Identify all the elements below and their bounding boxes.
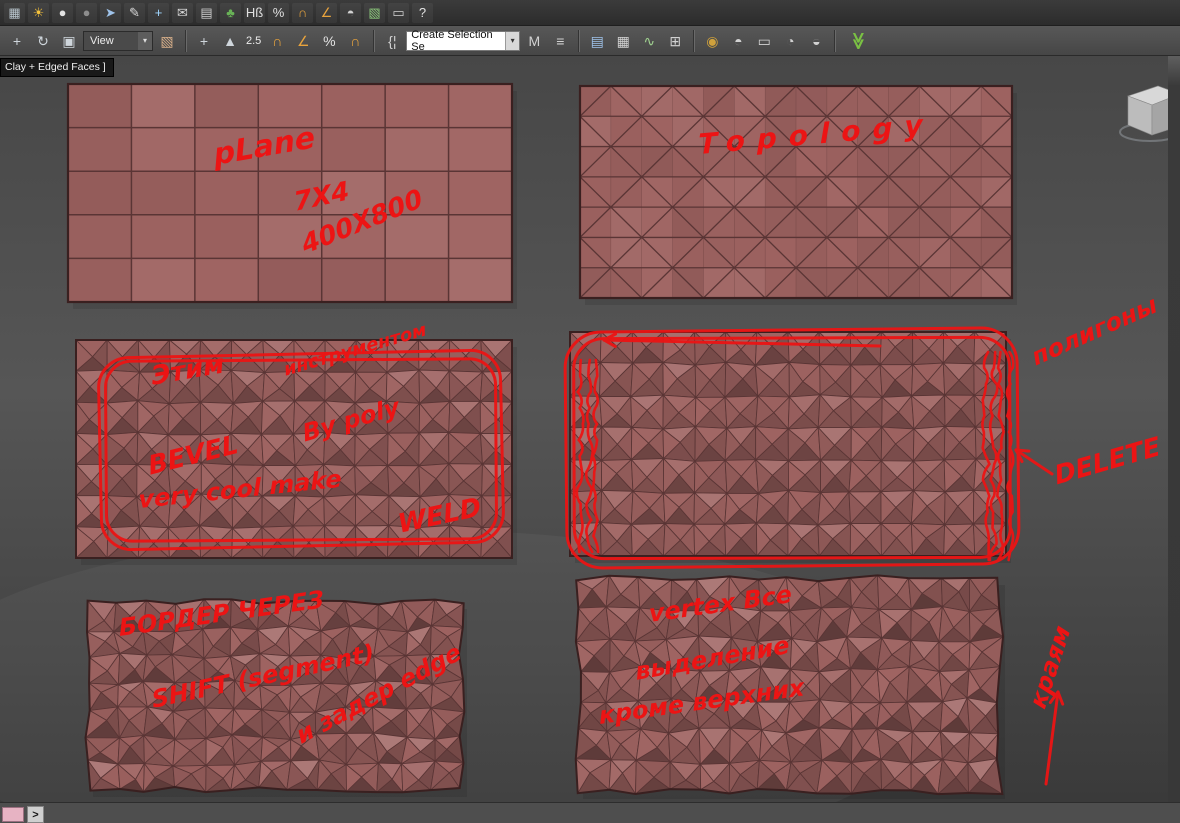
render-iterative-icon[interactable]: ◒ — [804, 29, 828, 53]
maximize-icon[interactable]: ▣ — [57, 29, 81, 53]
max-viewport-window: ▦ ☀ ● ● ➤ ✎ + ✉ ▤ ♣ Hß% ∩ ∠ ◓ ▧ ▭? + ↻ ▣ View ▾ ▧ + ▲ 2.5 ∩ ∠% ∩ {¦… — [0, 0, 1180, 823]
chevron-down-icon[interactable]: ▾ — [504, 31, 520, 50]
plane-delete-border[interactable] — [569, 331, 1011, 563]
command-panel-edge — [1168, 56, 1180, 802]
cylinder-icon[interactable]: ▭ — [388, 2, 409, 23]
ribbon-icon[interactable]: ▦ — [611, 29, 635, 53]
layer-manager-icon[interactable]: ▤ — [585, 29, 609, 53]
selection-set-combo[interactable]: Create Selection Se ▾ — [406, 28, 521, 53]
named-selection-icon[interactable]: {¦ — [380, 29, 404, 53]
cursor-icon[interactable]: ➤ — [100, 2, 121, 23]
move-gizmo-icon[interactable]: + — [148, 2, 169, 23]
help-icon[interactable]: ? — [412, 2, 433, 23]
toolbar-separator — [834, 29, 836, 52]
spinner-snap-icon[interactable]: ∩ — [343, 29, 367, 53]
selection-set-icon[interactable]: ▦ — [4, 2, 25, 23]
schematic-view-icon[interactable]: ⊞ — [663, 29, 687, 53]
selection-set-combo-value: Create Selection Se — [411, 28, 493, 53]
crosshair-icon[interactable]: + — [5, 29, 29, 53]
render-production-icon[interactable]: ◔ — [778, 29, 802, 53]
pencil-icon[interactable]: ✎ — [124, 2, 145, 23]
toolbar-separator — [693, 29, 695, 52]
plane-border-shift[interactable] — [84, 598, 467, 797]
keyboard-icon[interactable]: ▤ — [196, 2, 217, 23]
sphere-gray-icon[interactable]: ● — [76, 2, 97, 23]
envelope-icon[interactable]: ✉ — [172, 2, 193, 23]
viewport-shading-label[interactable]: Clay + Edged Faces ] — [0, 58, 114, 77]
plane-7x4[interactable] — [66, 82, 517, 309]
percent-snap-icon[interactable]: % — [317, 29, 341, 53]
listener-pink-field[interactable] — [2, 807, 24, 822]
material-editor-icon[interactable]: ◉ — [700, 29, 724, 53]
sun-icon[interactable]: ☀ — [28, 2, 49, 23]
align-icon[interactable]: ≡ — [548, 29, 572, 53]
magnet-angle-icon[interactable]: ∠ — [316, 2, 337, 23]
sphere-white-icon[interactable]: ● — [52, 2, 73, 23]
status-bar: > — [0, 802, 1180, 823]
toolbar-separator — [578, 29, 580, 52]
percent-icon[interactable]: % — [268, 2, 289, 23]
view-dropdown[interactable]: View ▾ — [83, 30, 153, 51]
toolbar-overflow-chevron[interactable]: ≫ — [848, 32, 868, 50]
viewport-canvas[interactable] — [0, 0, 1180, 823]
snap-magnet-icon[interactable]: ∩ — [265, 29, 289, 53]
orbit-icon[interactable]: ↻ — [31, 29, 55, 53]
top-toolbar: ▦ ☀ ● ● ➤ ✎ + ✉ ▤ ♣ Hß% ∩ ∠ ◓ ▧ ▭? — [0, 0, 1180, 26]
render-setup-icon[interactable]: ◓ — [726, 29, 750, 53]
angle-snap-icon[interactable]: ∠ — [291, 29, 315, 53]
chevron-down-icon[interactable]: ▾ — [138, 31, 152, 50]
rendered-frame-icon[interactable]: ▭ — [752, 29, 776, 53]
hb-text-icon[interactable]: Hß — [244, 2, 265, 23]
mirror-icon[interactable]: M — [522, 29, 546, 53]
snap-25-label: 2.5 — [246, 34, 262, 47]
main-toolbar: + ↻ ▣ View ▾ ▧ + ▲ 2.5 ∩ ∠% ∩ {¦ Create Selection Se ▾… — [0, 26, 1180, 56]
view-dropdown-value: View — [90, 34, 114, 47]
toolbar-separator — [373, 29, 375, 52]
foliage-icon[interactable]: ♣ — [220, 2, 241, 23]
pivot-icon[interactable]: ▲ — [218, 29, 242, 53]
toolbar-separator — [185, 29, 186, 52]
curve-editor-icon[interactable]: ∿ — [637, 29, 661, 53]
teapot-icon[interactable]: ◓ — [340, 2, 361, 23]
move-icon[interactable]: + — [192, 29, 216, 53]
curve-graph-icon[interactable]: ▧ — [364, 2, 385, 23]
magnet-icon[interactable]: ∩ — [292, 2, 313, 23]
maxscript-mini-listener[interactable]: > — [27, 806, 44, 823]
plane-vertex-select[interactable] — [574, 574, 1005, 799]
plane-bevel-weld[interactable] — [75, 339, 517, 565]
swatch-icon[interactable]: ▧ — [155, 29, 179, 53]
